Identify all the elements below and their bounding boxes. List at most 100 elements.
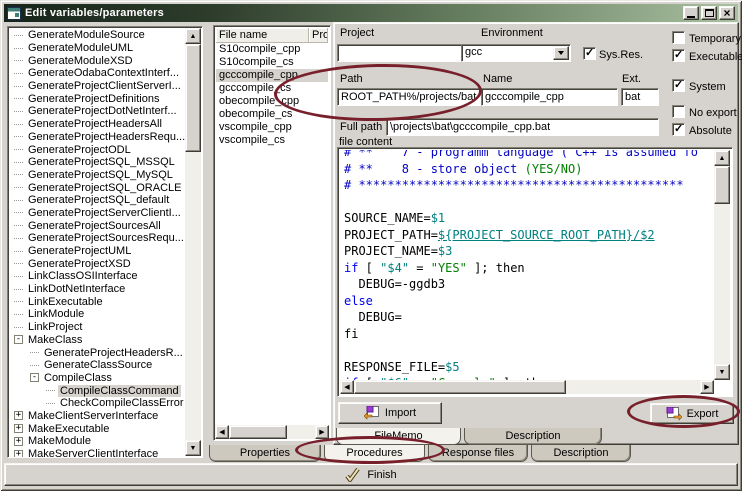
file-row[interactable]: S10compile_cs <box>216 56 328 69</box>
file-content-editor[interactable]: # ** 7 - programm language ( C++ is assu… <box>337 147 733 397</box>
tree-item[interactable]: GenerateProjectXSD <box>10 257 202 270</box>
ext-label: Ext. <box>622 73 641 85</box>
tree-vertical-scrollbar[interactable]: ▲ ▼ <box>185 28 201 456</box>
tab-procedures[interactable]: Procedures <box>324 445 425 462</box>
file-list-horizontal-scrollbar[interactable]: ◀ ▶ <box>215 425 329 439</box>
scroll-right-icon[interactable]: ▶ <box>315 425 329 439</box>
sys-res-checkbox[interactable] <box>583 47 596 60</box>
file-row[interactable]: obecompile_cpp <box>216 95 328 108</box>
tab-response-files[interactable]: Response files <box>428 445 528 462</box>
tree-item[interactable]: GenerateProjectUML <box>10 245 202 258</box>
scroll-left-icon[interactable]: ◀ <box>340 380 354 394</box>
temporary-checkbox[interactable] <box>672 31 685 44</box>
minimize-button[interactable] <box>683 6 699 20</box>
import-button[interactable]: Import <box>338 402 442 424</box>
tab-properties[interactable]: Properties <box>209 445 321 462</box>
tree-item[interactable]: GenerateProjectDotNetInterf... <box>10 105 202 118</box>
tree-connector <box>14 314 23 315</box>
no-export-checkbox[interactable] <box>672 105 685 118</box>
expand-icon[interactable]: + <box>14 411 23 420</box>
tree-item[interactable]: +MakeServerClientInterface <box>10 448 202 457</box>
tree-item[interactable]: GenerateProjectSQL_MSSQL <box>10 156 202 169</box>
tree-item-label: GenerateModuleSource <box>26 29 147 41</box>
tree-item[interactable]: GenerateProjectSourcesAll <box>10 219 202 232</box>
tree-item[interactable]: LinkProject <box>10 321 202 334</box>
environment-combobox[interactable]: gcc <box>461 44 571 62</box>
scroll-down-icon[interactable]: ▼ <box>185 440 201 456</box>
file-row[interactable]: gcccompile_cpp <box>216 69 328 82</box>
code-scrollbar-h-thumb[interactable] <box>354 380 566 394</box>
file-row[interactable]: gcccompile_cs <box>216 82 328 95</box>
tree-item[interactable]: GenerateProjectSourcesRequ... <box>10 232 202 245</box>
expand-icon[interactable]: + <box>14 437 23 446</box>
tree-item[interactable]: GenerateProjectHeadersRequ... <box>10 131 202 144</box>
tree-item[interactable]: GenerateProjectDefinitions <box>10 92 202 105</box>
expand-icon[interactable]: + <box>14 424 23 433</box>
code-scrollbar-thumb[interactable] <box>714 166 730 204</box>
tree-item-label: GenerateModuleUML <box>26 42 135 54</box>
file-row[interactable]: vscompile_cpp <box>216 121 328 134</box>
tree-item[interactable]: GenerateProjectSQL_MySQL <box>10 169 202 182</box>
tab-description[interactable]: Description <box>531 445 631 462</box>
scroll-down-icon[interactable]: ▼ <box>714 364 730 380</box>
tree-item[interactable]: -CompileClass <box>10 372 202 385</box>
tree-item[interactable]: GenerateProjectSQL_default <box>10 194 202 207</box>
file-row[interactable]: vscompile_cs <box>216 134 328 147</box>
file-list-scrollbar-thumb[interactable] <box>229 425 287 439</box>
export-button[interactable]: Export <box>650 403 734 424</box>
system-checkbox[interactable] <box>672 79 685 92</box>
tree-item[interactable]: GenerateProjectClientServerI... <box>10 80 202 93</box>
collapse-icon[interactable]: - <box>14 335 23 344</box>
file-row[interactable]: S10compile_cpp <box>216 43 328 56</box>
tree-item[interactable]: LinkModule <box>10 308 202 321</box>
tab-filememo[interactable]: FileMemo <box>336 428 461 445</box>
executable-checkbox[interactable] <box>672 49 685 62</box>
tree-item[interactable]: LinkClassOSIInterface <box>10 270 202 283</box>
file-row[interactable]: obecompile_cs <box>216 108 328 121</box>
tree-scrollbar-thumb[interactable] <box>185 44 201 152</box>
tree-item[interactable]: +MakeExecutable <box>10 422 202 435</box>
column-header-file-name[interactable]: File name <box>216 28 309 43</box>
finish-button[interactable]: Finish <box>4 463 738 486</box>
absolute-checkbox[interactable] <box>672 123 685 136</box>
code-horizontal-scrollbar[interactable]: ◀ ▶ <box>340 380 714 394</box>
tree-item[interactable]: GenerateProjectSQL_ORACLE <box>10 181 202 194</box>
tree-item-label: GenerateProjectSQL_MySQL <box>26 169 175 181</box>
scroll-up-icon[interactable]: ▲ <box>714 150 730 166</box>
code-vertical-scrollbar[interactable]: ▲ ▼ <box>714 150 730 380</box>
window-title: Edit variables/parameters <box>25 7 681 19</box>
ext-input[interactable] <box>621 88 659 106</box>
tree-item[interactable]: GenerateProjectServerClientI... <box>10 207 202 220</box>
full-path-input[interactable] <box>386 118 659 136</box>
tree-item[interactable]: GenerateModuleXSD <box>10 54 202 67</box>
chevron-down-icon[interactable] <box>553 46 569 60</box>
expand-icon[interactable]: + <box>14 450 23 457</box>
tree-item[interactable]: +MakeClientServerInterface <box>10 410 202 423</box>
tree-item[interactable]: CompileClassCommand <box>10 384 202 397</box>
code-text[interactable]: # ** 7 - programm language ( C++ is assu… <box>340 150 714 380</box>
tree-item[interactable]: GenerateProjectHeadersAll <box>10 118 202 131</box>
maximize-button[interactable] <box>701 6 717 20</box>
tab-description[interactable]: Description <box>464 428 602 445</box>
tree-item[interactable]: GenerateProjectHeadersR... <box>10 346 202 359</box>
tree-item[interactable]: -MakeClass <box>10 334 202 347</box>
project-input[interactable] <box>337 44 474 62</box>
tree-item[interactable]: GenerateModuleUML <box>10 42 202 55</box>
tree-item[interactable]: LinkDotNetInterface <box>10 283 202 296</box>
tree-item[interactable]: GenerateClassSource <box>10 359 202 372</box>
tree-item[interactable]: GenerateOdabaContextInterf... <box>10 67 202 80</box>
tree-item[interactable]: +MakeModule <box>10 435 202 448</box>
tree-item[interactable]: GenerateProjectODL <box>10 143 202 156</box>
name-input[interactable] <box>481 88 618 106</box>
scroll-up-icon[interactable]: ▲ <box>185 28 201 44</box>
tree-item[interactable]: LinkExecutable <box>10 295 202 308</box>
code-line: # ** 7 - programm language ( C++ is assu… <box>344 150 714 161</box>
close-button[interactable]: × <box>719 6 735 20</box>
collapse-icon[interactable]: - <box>30 373 39 382</box>
scroll-right-icon[interactable]: ▶ <box>700 380 714 394</box>
tree-item[interactable]: GenerateModuleSource <box>10 29 202 42</box>
column-header-pro[interactable]: Pro <box>309 28 328 43</box>
scroll-left-icon[interactable]: ◀ <box>215 425 229 439</box>
path-input[interactable] <box>337 88 484 106</box>
tree-item[interactable]: CheckCompileClassError <box>10 397 202 410</box>
